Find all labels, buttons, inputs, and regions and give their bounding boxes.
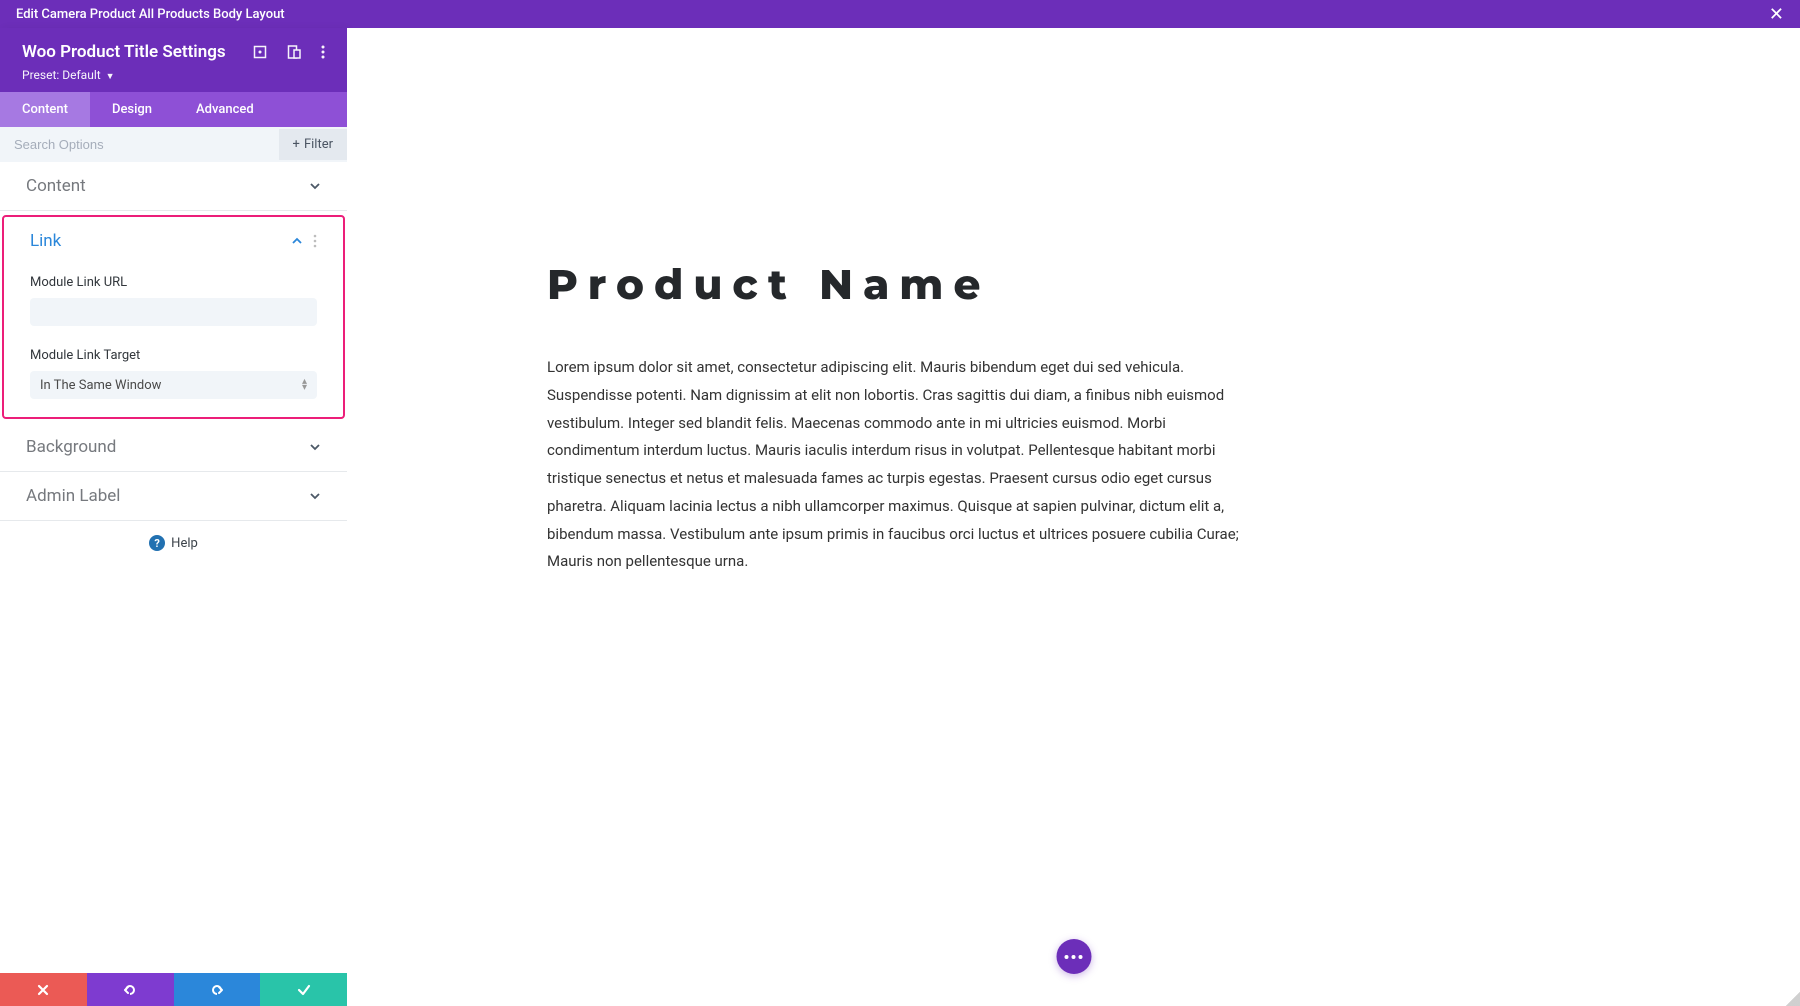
preview-canvas: Product Name Lorem ipsum dolor sit amet,… [347,28,1800,1006]
filter-button[interactable]: + Filter [279,129,347,160]
undo-button[interactable] [87,973,174,1006]
preset-label: Preset: [22,68,59,82]
preset-selector[interactable]: Preset: Default ▼ [22,68,325,82]
section-more-icon[interactable] [313,234,317,248]
top-bar-title: Edit Camera Product All Products Body La… [16,7,285,22]
plus-icon: + [293,137,300,152]
settings-sections: Content Link Module Link URL [0,162,347,973]
redo-icon [209,982,225,998]
link-target-value: In The Same Window [40,378,302,393]
caret-down-icon: ▼ [106,72,115,82]
search-row: + Filter [0,127,347,162]
link-url-label: Module Link URL [30,275,317,290]
close-icon[interactable]: ✕ [1769,4,1784,25]
resize-handle[interactable] [1786,992,1800,1006]
help-icon: ? [149,535,165,551]
save-button[interactable] [260,973,347,1006]
hover-icon[interactable] [253,45,267,59]
settings-tabs: Content Design Advanced [0,92,347,127]
link-target-select[interactable]: In The Same Window ▴▾ [30,371,317,399]
help-button[interactable]: ? Help [0,521,347,565]
chevron-down-icon [309,441,321,453]
tab-advanced[interactable]: Advanced [174,92,276,127]
product-description: Lorem ipsum dolor sit amet, consectetur … [547,354,1247,576]
settings-sidebar: Woo Product Title Settings Preset: Defau… [0,28,347,1006]
page-settings-fab[interactable] [1056,939,1091,974]
top-bar: Edit Camera Product All Products Body La… [0,0,1800,28]
product-title: Product Name [547,258,1247,310]
check-icon [296,982,312,998]
section-link-header[interactable]: Link [4,217,343,265]
chevron-up-icon [291,235,303,247]
responsive-icon[interactable] [287,45,301,59]
dots-icon [1065,955,1083,959]
section-admin-label: Admin Label [0,472,347,521]
cancel-icon [36,983,50,997]
section-content-title: Content [26,176,86,196]
help-label: Help [171,536,198,551]
module-title: Woo Product Title Settings [22,42,226,62]
more-icon[interactable] [321,45,325,59]
search-input[interactable] [0,127,279,162]
chevron-down-icon [309,490,321,502]
chevron-down-icon [309,180,321,192]
link-target-label: Module Link Target [30,348,317,363]
redo-button[interactable] [174,973,261,1006]
section-background-title: Background [26,437,116,457]
filter-label: Filter [304,137,333,152]
section-link: Link Module Link URL Module Link Target … [2,215,345,419]
tab-design[interactable]: Design [90,92,174,127]
section-admin-label-header[interactable]: Admin Label [0,472,347,520]
product-module[interactable]: Product Name Lorem ipsum dolor sit amet,… [547,258,1247,576]
section-content: Content [0,162,347,211]
sidebar-header: Woo Product Title Settings Preset: Defau… [0,28,347,92]
section-admin-label-title: Admin Label [26,486,120,506]
select-arrows-icon: ▴▾ [302,379,307,391]
section-link-title: Link [30,231,61,251]
section-content-header[interactable]: Content [0,162,347,210]
tab-content[interactable]: Content [0,92,90,127]
link-url-input[interactable] [30,298,317,326]
section-link-body: Module Link URL Module Link Target In Th… [4,265,343,417]
cancel-button[interactable] [0,973,87,1006]
section-background: Background [0,423,347,472]
preset-value: Default [62,68,100,82]
bottom-bar [0,973,347,1006]
undo-icon [122,982,138,998]
section-background-header[interactable]: Background [0,423,347,471]
